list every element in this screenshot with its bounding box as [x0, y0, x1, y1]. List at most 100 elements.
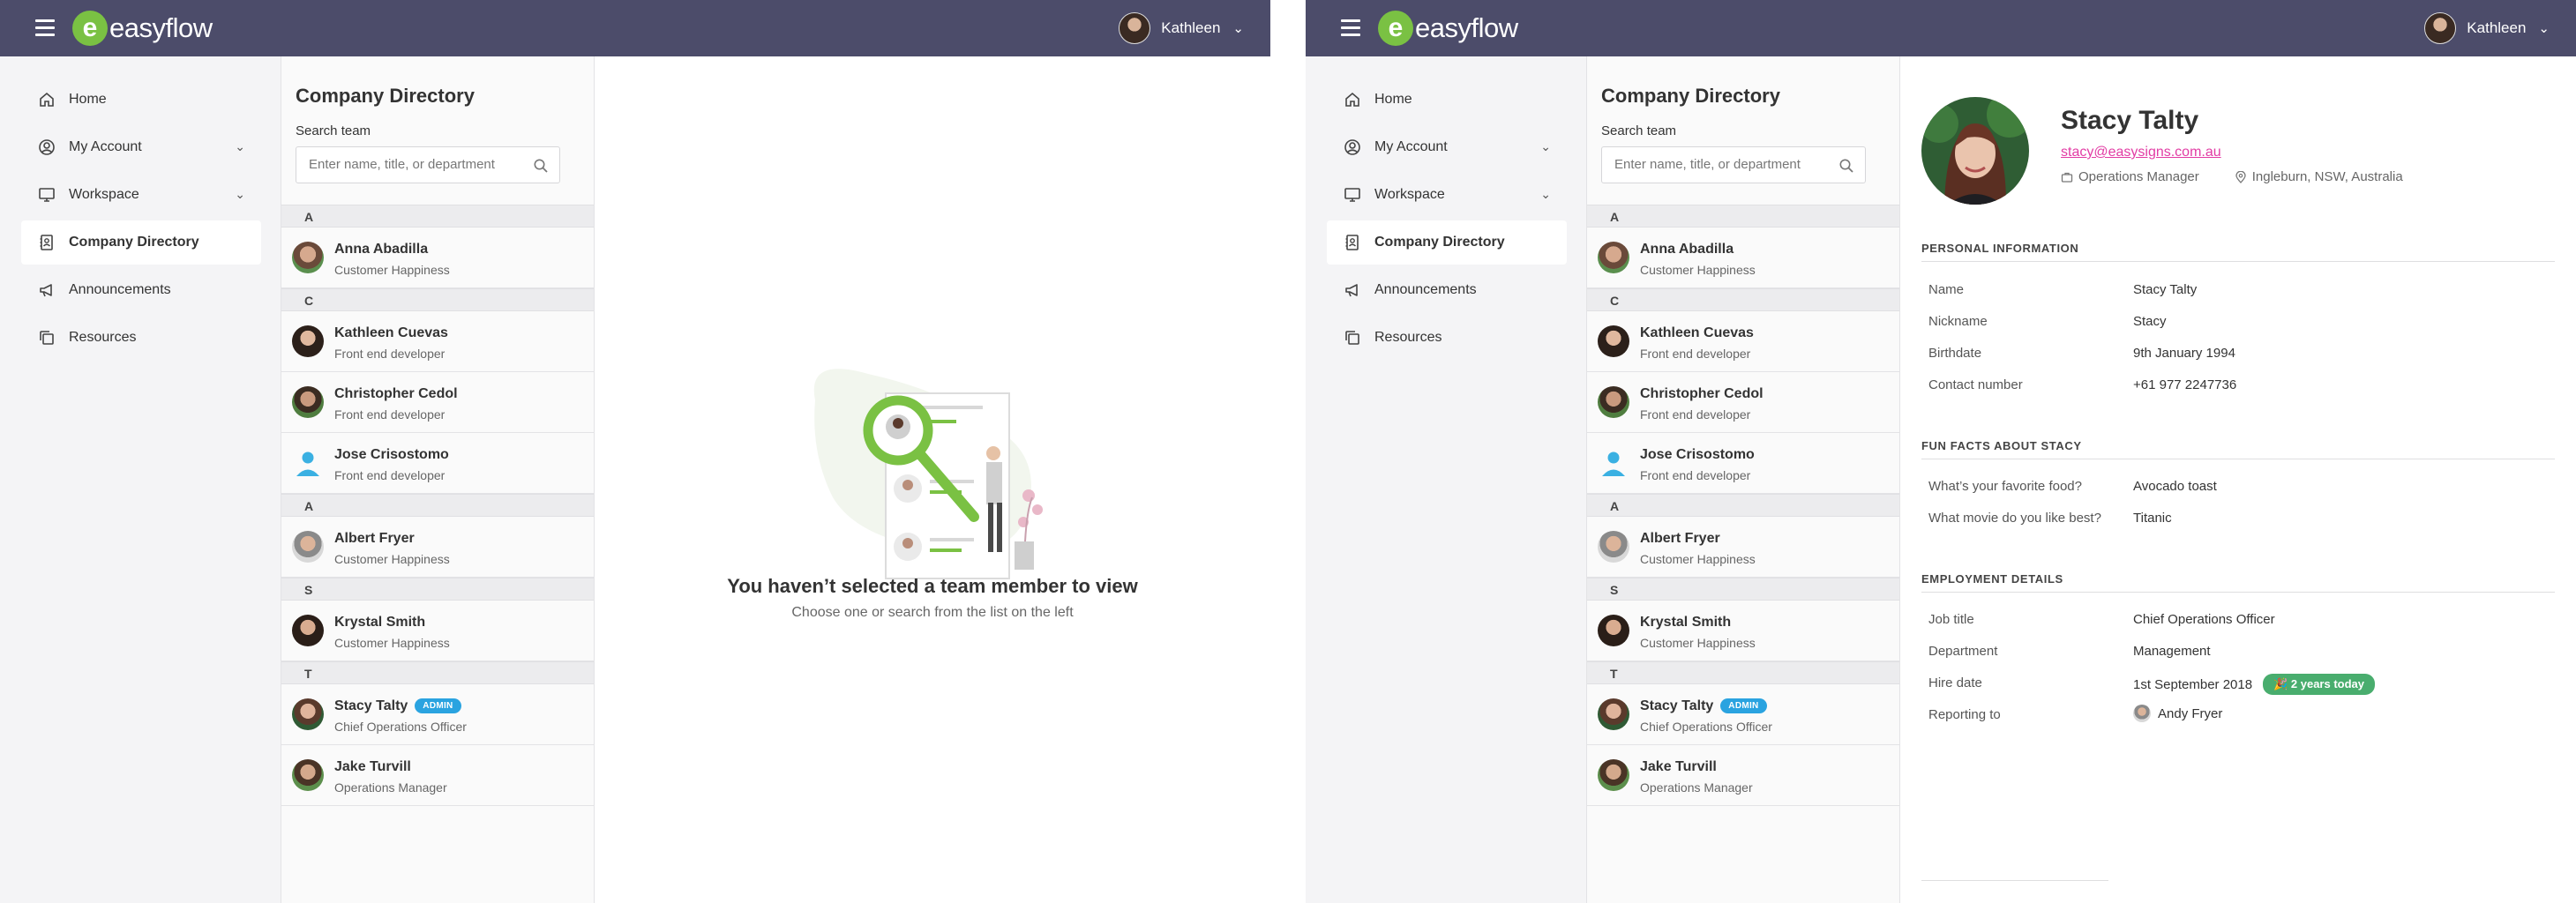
- user-menu[interactable]: Kathleen ⌄: [1119, 12, 1244, 44]
- chevron-down-icon: ⌄: [1540, 187, 1551, 201]
- sidebar-item-my-account[interactable]: My Account ⌄: [21, 125, 261, 169]
- sidebar-item-home[interactable]: Home: [1327, 78, 1567, 122]
- home-icon: [37, 90, 56, 109]
- logo[interactable]: e easyflow: [72, 9, 213, 48]
- avatar: [292, 242, 324, 273]
- list-item[interactable]: Jose Crisostomo Front end developer: [1587, 433, 1899, 494]
- app-window-empty-state: e easyflow Kathleen ⌄ Home My Account ⌄ …: [0, 0, 1270, 903]
- sidebar-item-announcements[interactable]: Announcements: [21, 268, 261, 312]
- sidebar-item-company-directory[interactable]: Company Directory: [1327, 220, 1567, 265]
- monitor-icon: [37, 185, 56, 205]
- sidebar-item-resources[interactable]: Resources: [21, 316, 261, 360]
- logo-mark: e: [72, 11, 108, 46]
- briefcase-icon: [2061, 172, 2073, 183]
- profile-photo: [1921, 97, 2029, 205]
- field-value: Avocado toast: [2133, 479, 2217, 494]
- section-title-employment: EMPLOYMENT DETAILS: [1921, 572, 2063, 586]
- logo-mark: e: [1378, 11, 1413, 46]
- person-name: Jake Turvill: [1640, 759, 1717, 774]
- person-name: Kathleen Cuevas: [1640, 325, 1754, 340]
- person-title: Front end developer: [334, 468, 446, 482]
- avatar: [292, 615, 324, 646]
- person-title: Customer Happiness: [334, 636, 450, 650]
- search-box: [296, 146, 560, 183]
- list-item[interactable]: Stacy Talty ADMIN Chief Operations Office…: [281, 684, 594, 745]
- sidebar-item-announcements[interactable]: Announcements: [1327, 268, 1567, 312]
- person-title: Front end developer: [334, 347, 446, 361]
- divider: [1921, 592, 2555, 593]
- letter-header: S: [1587, 578, 1899, 601]
- directory-icon: [1343, 233, 1362, 252]
- field-value: +61 977 2247736: [2133, 377, 2237, 392]
- field-value: Management: [2133, 644, 2211, 659]
- avatar: [292, 447, 324, 479]
- sidebar-item-workspace[interactable]: Workspace ⌄: [21, 173, 261, 217]
- menu-icon[interactable]: [1341, 19, 1360, 37]
- profile-meta: Operations Manager Ingleburn, NSW, Austr…: [2061, 169, 2403, 184]
- sidebar-item-resources[interactable]: Resources: [1327, 316, 1567, 360]
- letter-header: S: [281, 578, 594, 601]
- list-item[interactable]: Albert Fryer Customer Happiness: [1587, 517, 1899, 578]
- field-value: Chief Operations Officer: [2133, 612, 2275, 627]
- avatar: [2133, 705, 2151, 722]
- search-input[interactable]: [307, 156, 531, 173]
- logo[interactable]: e easyflow: [1378, 9, 1518, 48]
- reporting-to-value[interactable]: Andy Fryer: [2133, 705, 2222, 722]
- chevron-down-icon: ⌄: [2538, 21, 2550, 36]
- avatar: [1598, 531, 1629, 563]
- people-list: A Anna Abadilla Customer Happiness C Kat…: [1587, 205, 1899, 806]
- search-icon[interactable]: [1838, 158, 1854, 174]
- sidebar-item-company-directory[interactable]: Company Directory: [21, 220, 261, 265]
- search-input[interactable]: [1613, 156, 1837, 173]
- profile-email-link[interactable]: stacy@easysigns.com.au: [2061, 145, 2221, 160]
- list-item[interactable]: Albert Fryer Customer Happiness: [281, 517, 594, 578]
- avatar: [292, 325, 324, 357]
- company-directory-panel: Company Directory Search team A Anna Aba…: [281, 56, 595, 903]
- letter-header: T: [1587, 661, 1899, 684]
- search-icon[interactable]: [533, 158, 549, 174]
- list-item[interactable]: Krystal Smith Customer Happiness: [1587, 601, 1899, 661]
- copy-icon: [37, 328, 56, 347]
- profile-location-text: Ingleburn, NSW, Australia: [2251, 169, 2403, 184]
- person-name: Jake Turvill: [334, 759, 411, 774]
- letter-header: C: [281, 288, 594, 311]
- list-item[interactable]: Kathleen Cuevas Front end developer: [1587, 311, 1899, 372]
- person-name: Christopher Cedol: [1640, 386, 1764, 401]
- field-value: Stacy Talty: [2133, 282, 2198, 297]
- field-label: Contact number: [1928, 377, 2023, 392]
- page-title: Company Directory: [296, 85, 475, 107]
- person-title: Front end developer: [1640, 468, 1751, 482]
- app-window-profile: e easyflow Kathleen ⌄ Home My Account ⌄ …: [1306, 0, 2576, 903]
- letter-header: A: [1587, 494, 1899, 517]
- list-item[interactable]: Jose Crisostomo Front end developer: [281, 433, 594, 494]
- avatar: [1598, 759, 1629, 791]
- list-item[interactable]: Christopher Cedol Front end developer: [1587, 372, 1899, 433]
- list-item[interactable]: Stacy Talty ADMIN Chief Operations Office…: [1587, 684, 1899, 745]
- list-item[interactable]: Kathleen Cuevas Front end developer: [281, 311, 594, 372]
- sidebar-item-workspace[interactable]: Workspace ⌄: [1327, 173, 1567, 217]
- admin-badge: ADMIN: [1720, 698, 1767, 713]
- sidebar-item-label: Home: [1374, 92, 1412, 107]
- avatar: [292, 759, 324, 791]
- profile-role-text: Operations Manager: [2078, 169, 2199, 184]
- list-item[interactable]: Christopher Cedol Front end developer: [281, 372, 594, 433]
- list-item[interactable]: Jake Turvill Operations Manager: [281, 745, 594, 806]
- map-pin-icon: [2235, 170, 2246, 183]
- chevron-down-icon: ⌄: [235, 139, 245, 153]
- avatar: [292, 386, 324, 418]
- person-title: Operations Manager: [1640, 780, 1753, 795]
- top-bar: e easyflow Kathleen ⌄: [0, 0, 1270, 56]
- sidebar-item-my-account[interactable]: My Account ⌄: [1327, 125, 1567, 169]
- field-value: 9th January 1994: [2133, 346, 2235, 361]
- list-item[interactable]: Jake Turvill Operations Manager: [1587, 745, 1899, 806]
- field-label: Job title: [1928, 612, 1974, 627]
- list-item[interactable]: Anna Abadilla Customer Happiness: [1587, 228, 1899, 288]
- sidebar-item-home[interactable]: Home: [21, 78, 261, 122]
- list-item[interactable]: Krystal Smith Customer Happiness: [281, 601, 594, 661]
- avatar: [1598, 325, 1629, 357]
- profile-detail: Stacy Talty stacy@easysigns.com.au Opera…: [1900, 56, 2576, 903]
- list-item[interactable]: Anna Abadilla Customer Happiness: [281, 228, 594, 288]
- person-name: Jose Crisostomo: [1640, 447, 1755, 462]
- menu-icon[interactable]: [35, 19, 55, 37]
- user-menu[interactable]: Kathleen ⌄: [2424, 12, 2550, 44]
